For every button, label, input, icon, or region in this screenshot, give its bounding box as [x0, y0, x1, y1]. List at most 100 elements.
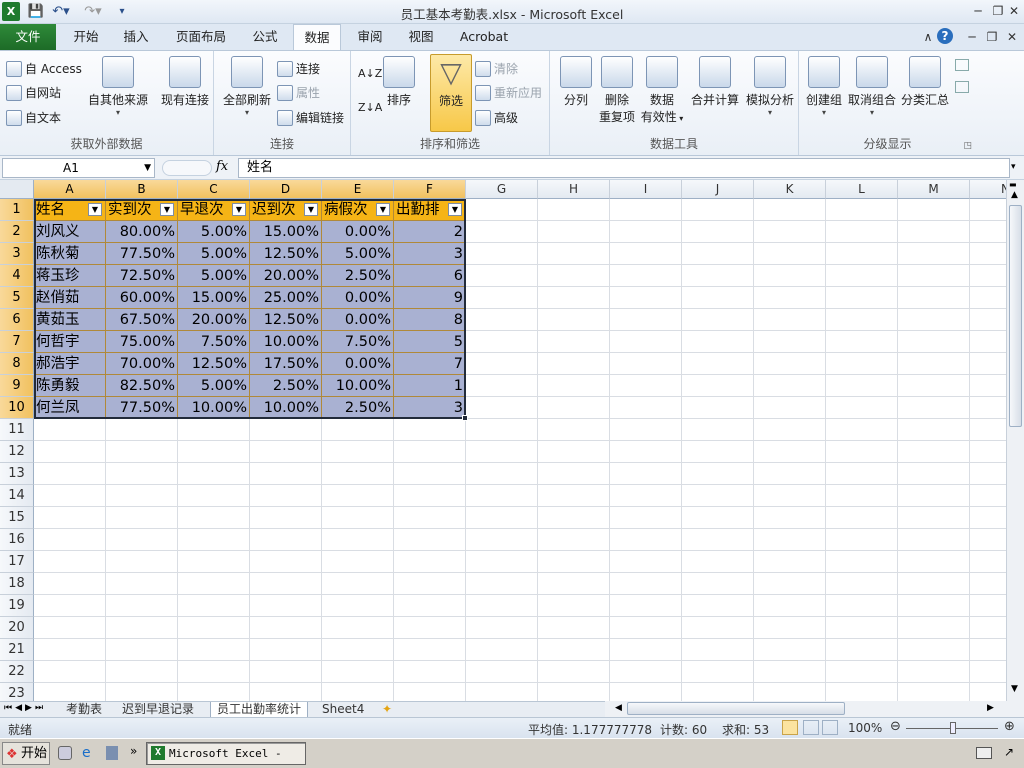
table-cell[interactable]: 2	[394, 221, 466, 243]
quick-launch-icon[interactable]	[106, 746, 118, 760]
insert-sheet-icon[interactable]: ✦	[376, 702, 398, 718]
from-web-button[interactable]: 自网站	[6, 84, 61, 101]
table-cell[interactable]: 8	[394, 309, 466, 331]
filter-dropdown-icon[interactable]: ▼	[160, 203, 174, 216]
from-text-button[interactable]: 自文本	[6, 109, 61, 126]
show-detail-icon[interactable]	[955, 59, 969, 71]
zoom-in-icon[interactable]: ⊕	[1004, 719, 1015, 734]
text-to-columns-button[interactable]: 分列	[556, 56, 596, 109]
table-cell[interactable]: 25.00%	[250, 287, 322, 309]
what-if-analysis-button[interactable]: 模拟分析 ▾	[742, 56, 798, 117]
sort-button[interactable]: 排序	[383, 56, 415, 109]
column-header[interactable]: E	[322, 180, 394, 199]
row-header[interactable]: 20	[0, 617, 34, 639]
column-header[interactable]: D	[250, 180, 322, 199]
connections-button[interactable]: 连接	[277, 60, 320, 77]
table-cell[interactable]: 10.00%	[250, 331, 322, 353]
table-cell[interactable]: 12.50%	[178, 353, 250, 375]
column-header[interactable]: F	[394, 180, 466, 199]
sheet-tab-active[interactable]: 员工出勤率统计	[210, 702, 309, 718]
zoom-level[interactable]: 100%	[848, 721, 882, 735]
quick-launch-overflow-icon[interactable]: »	[130, 744, 137, 758]
table-cell[interactable]: 3	[394, 397, 466, 419]
table-cell[interactable]: 陈勇毅	[34, 375, 106, 397]
row-header[interactable]: 7	[0, 331, 34, 353]
table-cell[interactable]: 5.00%	[178, 375, 250, 397]
column-header[interactable]: G	[466, 180, 538, 199]
row-header[interactable]: 13	[0, 463, 34, 485]
table-cell[interactable]: 20.00%	[178, 309, 250, 331]
doc-restore-icon[interactable]: ❐	[982, 28, 1002, 45]
column-header[interactable]: C	[178, 180, 250, 199]
advanced-filter-button[interactable]: 高级	[475, 109, 518, 126]
sheet-tab[interactable]: 迟到早退记录	[116, 702, 200, 718]
table-cell[interactable]: 5.00%	[178, 221, 250, 243]
ribbon-collapse-icon[interactable]: ∧	[918, 28, 938, 45]
insert-function-icon[interactable]: fx	[216, 159, 228, 174]
minimize-icon[interactable]: ─	[968, 2, 988, 19]
table-cell[interactable]: 77.50%	[106, 397, 178, 419]
dialog-launcher-icon[interactable]: ◳	[963, 141, 972, 151]
scroll-left-icon[interactable]: ◀	[615, 703, 622, 713]
table-cell[interactable]: 67.50%	[106, 309, 178, 331]
row-header[interactable]: 21	[0, 639, 34, 661]
table-cell[interactable]: 10.00%	[322, 375, 394, 397]
table-cell[interactable]: 0.00%	[322, 221, 394, 243]
table-cell[interactable]: 刘风义	[34, 221, 106, 243]
table-cell[interactable]: 2.50%	[322, 397, 394, 419]
row-header[interactable]: 6	[0, 309, 34, 331]
table-cell[interactable]: 蒋玉珍	[34, 265, 106, 287]
edit-links-button[interactable]: 编辑链接	[277, 109, 344, 126]
table-cell[interactable]: 75.00%	[106, 331, 178, 353]
close-icon[interactable]: ✕	[1004, 2, 1024, 19]
header-cell[interactable]: 迟到次 ▼	[250, 199, 322, 221]
column-header[interactable]: N	[970, 180, 1006, 199]
worksheet-grid[interactable]: ABCDEFGHIJKLMN 1 2 3 4 5 6 7 8 9 10 11 12 13 14 15 16 17…	[0, 180, 1006, 701]
table-cell[interactable]: 赵俏茹	[34, 287, 106, 309]
table-cell[interactable]: 5.00%	[178, 243, 250, 265]
zoom-slider-thumb[interactable]	[950, 722, 956, 734]
table-cell[interactable]: 2.50%	[322, 265, 394, 287]
column-header[interactable]: J	[682, 180, 754, 199]
zoom-out-icon[interactable]: ⊖	[890, 719, 901, 734]
tab-file[interactable]: 文件	[0, 24, 56, 50]
page-layout-view-icon[interactable]	[803, 720, 819, 735]
table-cell[interactable]: 80.00%	[106, 221, 178, 243]
table-cell[interactable]: 何兰凤	[34, 397, 106, 419]
table-cell[interactable]: 6	[394, 265, 466, 287]
row-header[interactable]: 8	[0, 353, 34, 375]
from-access-button[interactable]: 自 Access	[6, 60, 82, 77]
header-cell[interactable]: 早退次 ▼	[178, 199, 250, 221]
properties-button[interactable]: 属性	[277, 84, 320, 101]
header-cell[interactable]: 姓名 ▼	[34, 199, 106, 221]
row-header[interactable]: 16	[0, 529, 34, 551]
row-header[interactable]: 18	[0, 573, 34, 595]
row-header[interactable]: 4	[0, 265, 34, 287]
tab-view[interactable]: 视图	[399, 24, 443, 50]
column-header[interactable]: I	[610, 180, 682, 199]
horizontal-scroll-thumb[interactable]	[627, 702, 845, 715]
header-cell[interactable]: 实到次 ▼	[106, 199, 178, 221]
row-header[interactable]: 22	[0, 661, 34, 683]
table-cell[interactable]: 12.50%	[250, 309, 322, 331]
name-box[interactable]: A1 ▼	[2, 158, 155, 178]
vertical-scrollbar[interactable]: ▬ ▲ ▼	[1006, 180, 1024, 701]
existing-connections-button[interactable]: 现有连接	[157, 56, 213, 109]
ungroup-button[interactable]: 取消组合 ▾	[847, 56, 897, 117]
table-cell[interactable]: 10.00%	[178, 397, 250, 419]
row-header[interactable]: 10	[0, 397, 34, 419]
consolidate-button[interactable]: 合并计算	[688, 56, 742, 109]
table-cell[interactable]: 0.00%	[322, 353, 394, 375]
split-box-icon[interactable]: ▬	[1009, 180, 1017, 189]
tab-formulas[interactable]: 公式	[243, 24, 287, 50]
row-header[interactable]: 5	[0, 287, 34, 309]
table-cell[interactable]: 15.00%	[178, 287, 250, 309]
table-cell[interactable]: 陈秋菊	[34, 243, 106, 265]
row-header[interactable]: 17	[0, 551, 34, 573]
table-cell[interactable]: 5.00%	[322, 243, 394, 265]
tab-acrobat[interactable]: Acrobat	[454, 24, 514, 50]
table-cell[interactable]: 10.00%	[250, 397, 322, 419]
filter-dropdown-icon[interactable]: ▼	[304, 203, 318, 216]
refresh-all-button[interactable]: 全部刷新 ▾	[218, 56, 276, 117]
filter-button[interactable]: ▽ 筛选	[430, 54, 472, 132]
